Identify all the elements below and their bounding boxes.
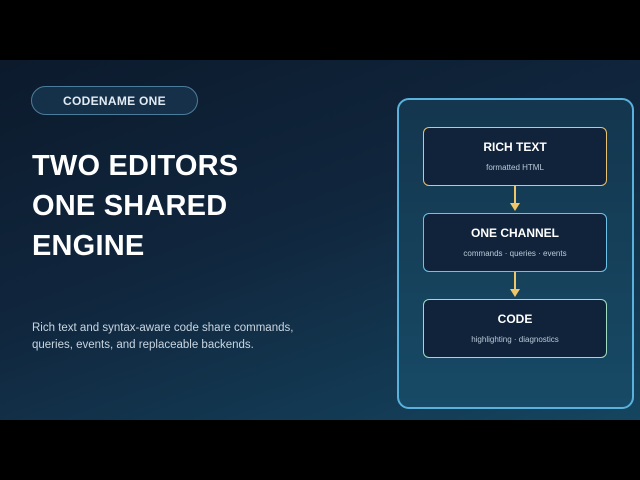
headline-line-3: ENGINE: [32, 230, 145, 262]
one-channel-node: ONE CHANNEL commands · queries · events: [423, 213, 607, 272]
one-channel-node-subtitle: commands · queries · events: [463, 249, 567, 258]
headline: TWO EDITORS ONE SHARED ENGINE: [32, 146, 332, 266]
description-line-1: Rich text and syntax-aware code share co…: [32, 322, 294, 334]
description-line-2: queries, events, and replaceable backend…: [32, 339, 254, 351]
one-channel-node-title: ONE CHANNEL: [470, 226, 559, 240]
arrow-channel-to-code: [510, 272, 520, 297]
arrow-head-icon: [510, 203, 520, 211]
code-node-subtitle: highlighting · diagnostics: [471, 335, 559, 344]
codename-badge-label: CODENAME ONE: [63, 93, 166, 108]
headline-line-2: ONE SHARED: [32, 190, 228, 222]
letterbox-top: [0, 0, 640, 60]
letterbox-bottom: [0, 420, 640, 480]
rich-text-node: RICH TEXT formatted HTML: [423, 127, 607, 186]
arrow-rich-to-channel: [510, 186, 520, 211]
codename-badge: CODENAME ONE: [31, 86, 198, 115]
headline-line-1: TWO EDITORS: [32, 150, 239, 182]
rich-text-node-subtitle: formatted HTML: [486, 163, 544, 172]
slide: CODENAME ONE TWO EDITORS ONE SHARED ENGI…: [0, 60, 640, 420]
code-node-title: CODE: [497, 312, 533, 326]
code-node: CODE highlighting · diagnostics: [423, 299, 607, 358]
architecture-diagram-panel: RICH TEXT formatted HTML ONE CHANNEL com…: [397, 98, 634, 409]
description: Rich text and syntax-aware code share co…: [32, 320, 332, 354]
arrow-head-icon: [510, 289, 520, 297]
rich-text-node-title: RICH TEXT: [483, 140, 547, 154]
